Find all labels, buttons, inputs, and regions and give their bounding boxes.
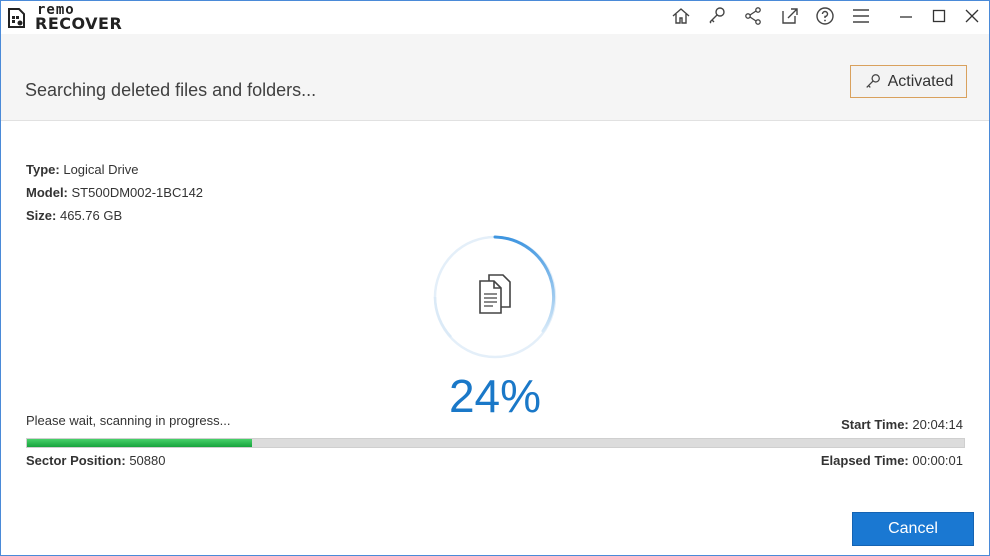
export-icon[interactable]	[779, 5, 801, 27]
activated-label: Activated	[887, 72, 954, 90]
start-time: Start Time: 20:04:14	[841, 417, 963, 432]
logo-text-recover: RECOVER	[35, 14, 123, 33]
share-icon[interactable]	[742, 5, 764, 27]
maximize-icon[interactable]	[927, 5, 951, 27]
logo-icon	[8, 8, 25, 28]
key-icon	[865, 73, 880, 88]
elapsed-time: Elapsed Time: 00:00:01	[821, 453, 963, 468]
progress-bar-fill	[27, 439, 252, 447]
elapsed-time-label: Elapsed Time:	[820, 453, 909, 468]
start-time-label: Start Time:	[841, 417, 909, 432]
key-icon[interactable]	[706, 5, 728, 27]
progress-percent: 24%	[448, 370, 542, 422]
scan-status-text: Please wait, scanning in progress...	[26, 413, 231, 428]
app-logo: remo RECOVER	[7, 2, 131, 33]
drive-size-value: 465.76 GB	[59, 208, 123, 223]
sector-position-value: 50880	[129, 453, 166, 468]
help-icon[interactable]	[814, 5, 836, 27]
sector-position: Sector Position: 50880	[26, 453, 165, 468]
home-icon[interactable]	[670, 5, 692, 27]
sector-position-label: Sector Position:	[26, 453, 126, 468]
scan-spinner	[433, 235, 557, 359]
drive-model-label: Model:	[26, 185, 68, 200]
drive-type: Type: Logical Drive	[26, 162, 139, 177]
close-icon[interactable]	[960, 5, 984, 27]
minimize-icon[interactable]	[894, 5, 918, 27]
documents-icon	[479, 274, 511, 314]
progress-bar	[26, 438, 965, 448]
drive-model: Model: ST500DM002-1BC142	[26, 185, 203, 200]
menu-icon[interactable]	[850, 5, 872, 27]
activated-button[interactable]: Activated	[850, 65, 967, 98]
start-time-value: 20:04:14	[912, 417, 963, 432]
drive-size-label: Size:	[26, 208, 57, 223]
drive-type-value: Logical Drive	[63, 162, 139, 177]
title-bar: remo RECOVER	[1, 1, 989, 33]
app-window: remo RECOVER Searching deleted files and…	[0, 0, 990, 556]
header-band: Searching deleted files and folders... A…	[1, 34, 989, 121]
drive-size: Size: 465.76 GB	[26, 208, 122, 223]
drive-type-label: Type:	[26, 162, 60, 177]
cancel-button[interactable]: Cancel	[852, 512, 974, 546]
status-title: Searching deleted files and folders...	[25, 80, 317, 100]
elapsed-time-value: 00:00:01	[912, 453, 963, 468]
drive-model-value: ST500DM002-1BC142	[71, 185, 204, 200]
